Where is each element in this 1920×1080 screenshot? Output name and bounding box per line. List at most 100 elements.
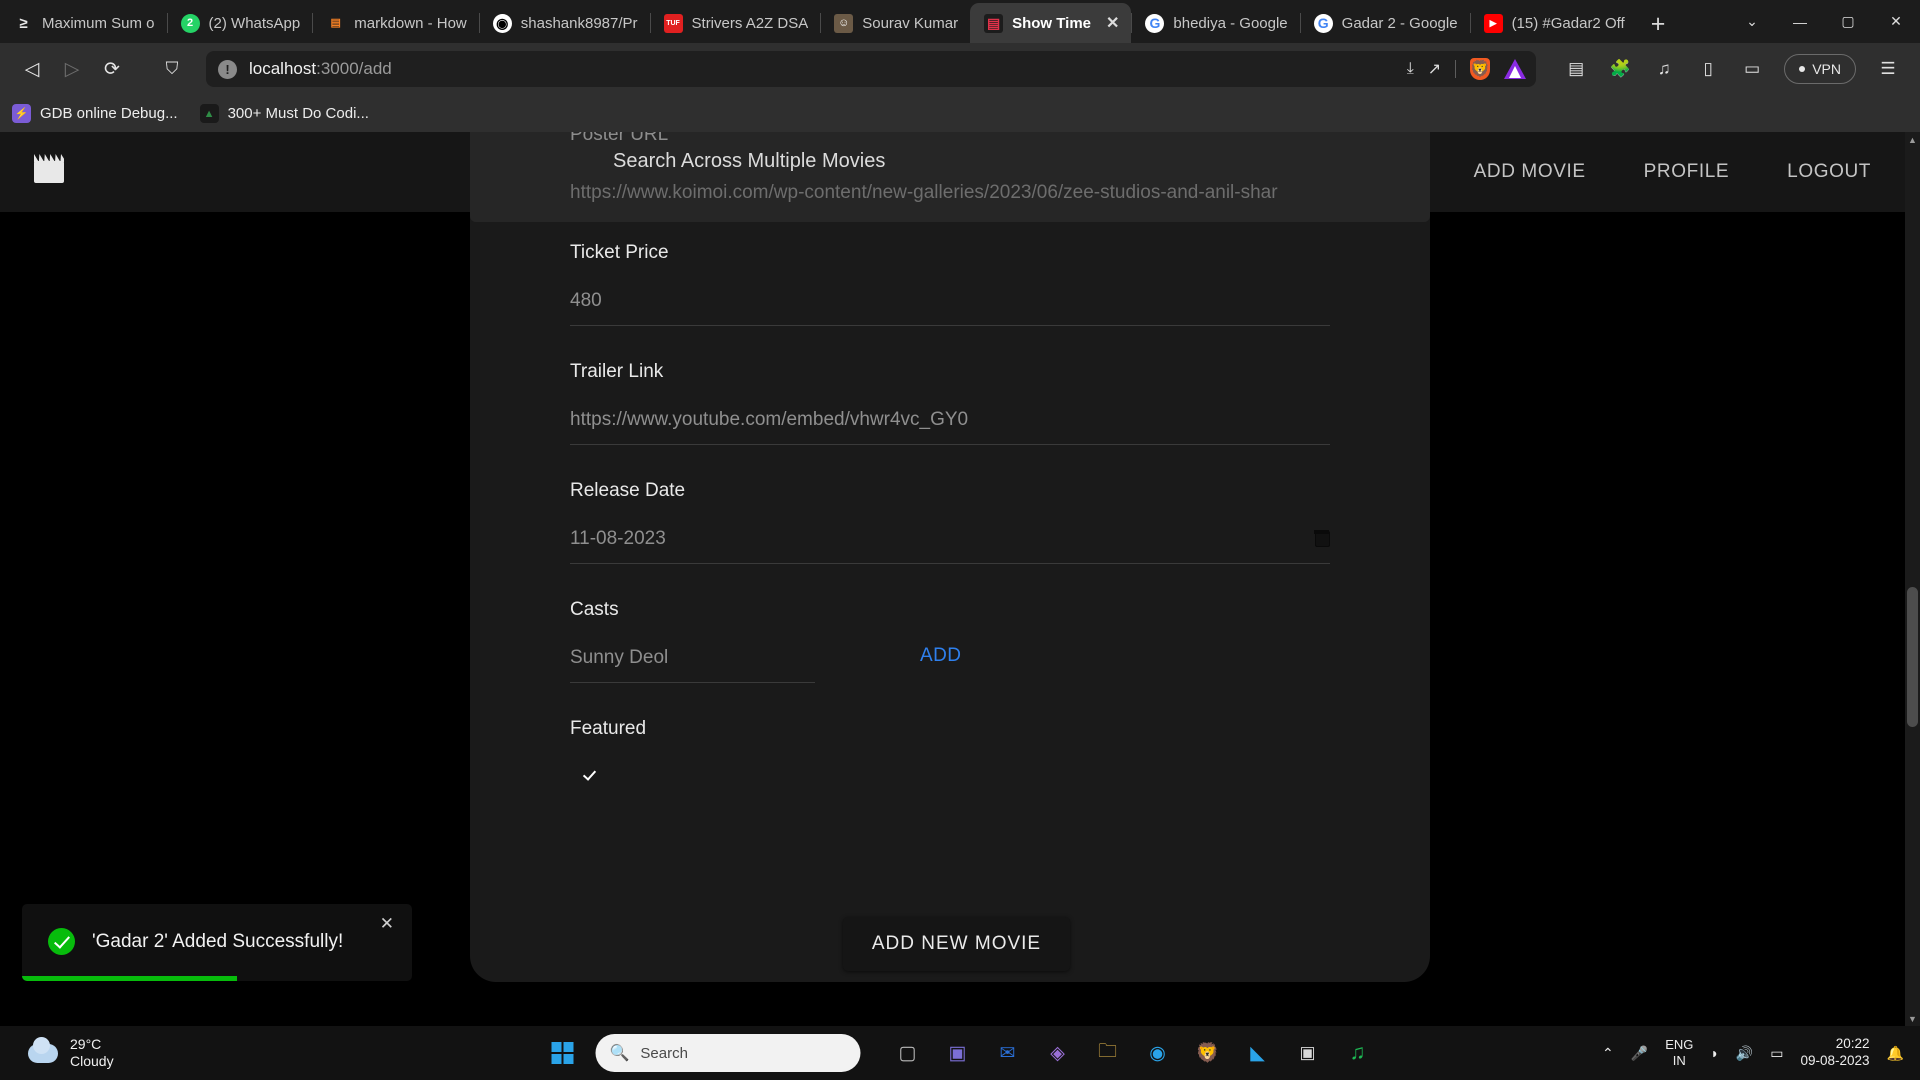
reload-icon[interactable]: ⟳ [92,49,132,89]
menu-icon[interactable]: ☰ [1868,49,1908,89]
new-tab-button[interactable]: + [1637,12,1676,43]
tab-sourav-kumar[interactable]: ☺ Sourav Kumar [820,3,970,43]
clock[interactable]: 20:22 09-08-2023 [1801,1036,1870,1070]
tab-strivers-a2z[interactable]: TUF Strivers A2Z DSA [650,3,821,43]
tab-maximum-sum[interactable]: ≥ Maximum Sum o [0,3,167,43]
page-scrollbar[interactable]: ▲ ▼ [1905,132,1920,1026]
nav-link-add-movie[interactable]: ADD MOVIE [1474,161,1586,183]
vpn-button[interactable]: VPN [1784,54,1856,84]
tab-gadar2-google[interactable]: G Gadar 2 - Google [1300,3,1470,43]
extension-icon[interactable] [1504,59,1526,79]
tab-search-icon[interactable]: ⌄ [1728,0,1776,43]
language-indicator[interactable]: ENG IN [1665,1037,1693,1068]
scrollbar-thumb[interactable] [1907,587,1918,727]
ticket-price-label: Ticket Price [570,242,1330,264]
maximize-button[interactable]: ▢ [1824,0,1872,43]
ticket-price-input[interactable]: 480 [570,290,1330,326]
forward-icon[interactable]: ▷ [52,49,92,89]
tab-label: (2) WhatsApp [209,15,301,32]
tab-show-time[interactable]: ▤ Show Time ✕ [970,3,1131,43]
weather-text: 29°C Cloudy [70,1036,114,1071]
taskbar-apps: ▢ ▣ ✉ ◈ 🗀 ◉ 🦁 ◣ ▣ ♫ [886,1031,1380,1075]
close-window-button[interactable]: ✕ [1872,0,1920,43]
show-hidden-icons-icon[interactable]: ⌃ [1602,1045,1614,1062]
trailer-link-input[interactable]: https://www.youtube.com/embed/vhwr4vc_GY… [570,409,1330,445]
site-info-icon[interactable]: ! [218,60,237,79]
notifications-icon[interactable]: 🔔 [1887,1045,1904,1062]
microphone-icon[interactable]: 🎤 [1631,1045,1648,1062]
add-cast-button[interactable]: ADD [920,645,961,667]
volume-icon[interactable]: 🔊 [1736,1045,1753,1062]
terminal-icon[interactable]: ▣ [1286,1031,1330,1075]
vpn-label: VPN [1812,61,1841,77]
search-placeholder: Search [640,1045,688,1062]
brave-shields-icon[interactable]: 🦁 [1470,58,1490,80]
minimize-button[interactable]: — [1776,0,1824,43]
bookmark-icon[interactable]: ⛉ [152,49,192,89]
add-new-movie-button[interactable]: ADD NEW MOVIE [843,917,1070,971]
taskbar-search[interactable]: 🔍 Search [596,1034,861,1072]
windows-taskbar: 29°C Cloudy 🔍 Search ▢ ▣ ✉ ◈ 🗀 ◉ 🦁 ◣ ▣ ♫… [0,1026,1920,1080]
poster-url-input[interactable]: https://www.koimoi.com/wp-content/new-ga… [570,182,1330,217]
vpn-status-dot [1799,66,1805,72]
spotify-icon[interactable]: ♫ [1336,1031,1380,1075]
tab-label: Maximum Sum o [42,15,155,32]
tab-github[interactable]: ◉ shashank8987/Pr [479,3,650,43]
vscode-icon[interactable]: ◣ [1236,1031,1280,1075]
bookmark-gdb-online-debug[interactable]: ⚡ GDB online Debug... [12,104,178,123]
clock-time: 20:22 [1801,1036,1870,1053]
bookmark-must-do-coding[interactable]: ▲ 300+ Must Do Codi... [200,104,369,123]
window-controls: ⌄ — ▢ ✕ [1728,0,1920,43]
tab-whatsapp[interactable]: 2 (2) WhatsApp [167,3,313,43]
start-button[interactable] [541,1031,585,1075]
wifi-icon[interactable]: ◗ [1710,1045,1718,1061]
reading-list-icon[interactable]: ▤ [1556,49,1596,89]
showtime-icon: ▤ [984,14,1003,33]
scroll-up-icon[interactable]: ▲ [1905,132,1920,147]
whatsapp-icon: 2 [181,14,200,33]
featured-label: Featured [570,718,1330,740]
task-view-icon[interactable]: ▢ [886,1031,930,1075]
nav-link-logout[interactable]: LOGOUT [1787,161,1871,183]
close-icon[interactable]: ✕ [380,914,394,934]
tab-bhediya-google[interactable]: G bhediya - Google [1131,3,1299,43]
scroll-down-icon[interactable]: ▼ [1905,1011,1920,1026]
toast-progress-bar [22,976,237,981]
weather-widget[interactable]: 29°C Cloudy [28,1036,114,1071]
address-bar[interactable]: ! localhost:3000/add ⤓ ↗ 🦁 [206,51,1536,87]
calendar-icon[interactable] [1315,531,1330,547]
extensions-icon[interactable]: 🧩 [1600,49,1640,89]
tab-label: markdown - How [354,15,467,32]
close-icon[interactable]: ✕ [1106,13,1119,33]
tab-label: bhediya - Google [1173,15,1287,32]
sidebar-icon[interactable]: ▯ [1688,49,1728,89]
install-app-icon[interactable]: ⤓ [1407,60,1414,78]
github-icon: ◉ [493,14,512,33]
success-toast[interactable]: 'Gadar 2' Added Successfully! ✕ [22,904,412,981]
photos-icon[interactable]: ◈ [1036,1031,1080,1075]
edge-icon[interactable]: ◉ [1136,1031,1180,1075]
casts-row: Sunny Deol ADD [570,647,1330,683]
tab-label: Gadar 2 - Google [1342,15,1458,32]
clapperboard-icon[interactable] [34,161,64,183]
mail-icon[interactable]: ✉ [986,1031,1030,1075]
url-text: localhost:3000/add [249,59,392,79]
nav-link-profile[interactable]: PROFILE [1644,161,1730,183]
casts-input[interactable]: Sunny Deol [570,647,815,683]
toast-message: 'Gadar 2' Added Successfully! [92,931,343,953]
brave-icon[interactable]: 🦁 [1186,1031,1230,1075]
playlist-icon[interactable]: ♫ [1644,49,1684,89]
back-icon[interactable]: ◁ [12,49,52,89]
tab-markdown[interactable]: ▤ markdown - How [312,3,479,43]
release-date-field: Release Date 11-08-2023 [570,480,1330,564]
file-explorer-icon[interactable]: 🗀 [1086,1031,1130,1075]
bookmark-label: GDB online Debug... [40,105,178,122]
release-date-input[interactable]: 11-08-2023 [570,528,1330,564]
tab-youtube-gadar2[interactable]: ▶ (15) #Gadar2 Off [1470,3,1637,43]
share-icon[interactable]: ↗ [1428,59,1441,79]
teams-icon[interactable]: ▣ [936,1031,980,1075]
avatar-icon: ☺ [834,14,853,33]
battery-icon[interactable]: ▭ [1770,1045,1783,1062]
wallet-icon[interactable]: ▭ [1732,49,1772,89]
clock-date: 09-08-2023 [1801,1053,1870,1070]
